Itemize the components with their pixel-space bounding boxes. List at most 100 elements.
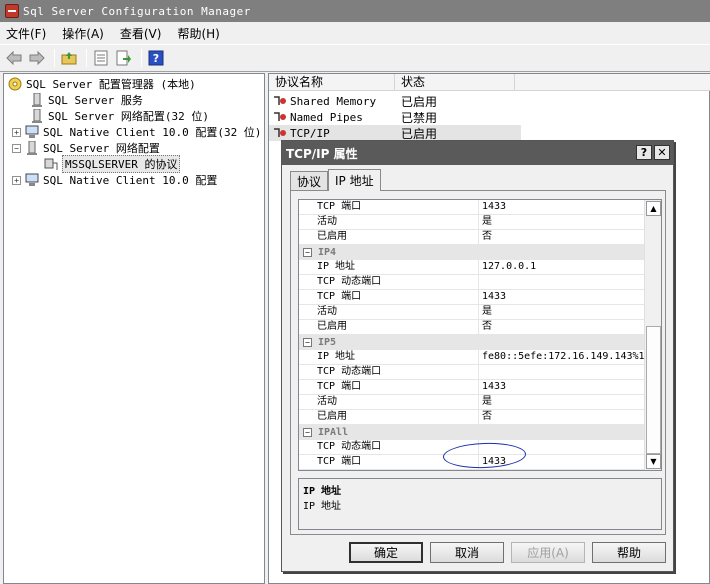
forward-arrow-icon[interactable] bbox=[27, 48, 47, 68]
apply-button[interactable]: 应用(A) bbox=[511, 542, 585, 563]
property-value[interactable]: 1433 bbox=[479, 290, 645, 305]
property-value[interactable]: 否 bbox=[479, 410, 645, 425]
property-row[interactable]: 活动是 bbox=[299, 215, 645, 230]
property-category[interactable]: − IP5 bbox=[299, 335, 645, 350]
property-key: 活动 bbox=[299, 215, 479, 230]
column-header-protocol-name[interactable]: 协议名称 bbox=[269, 74, 395, 90]
window-title: Sql Server Configuration Manager bbox=[23, 4, 251, 18]
column-header-status[interactable]: 状态 bbox=[395, 74, 515, 90]
tree-node-mssqlserver-protocols[interactable]: MSSQLSERVER 的协议 bbox=[44, 155, 181, 173]
property-value[interactable]: 是 bbox=[479, 395, 645, 410]
help-button[interactable]: 帮助 bbox=[592, 542, 666, 563]
menubar: 文件(F) 操作(A) 查看(V) 帮助(H) bbox=[0, 22, 710, 44]
property-value[interactable] bbox=[479, 275, 645, 290]
computer-icon bbox=[25, 125, 39, 138]
property-value[interactable] bbox=[479, 440, 645, 455]
server-icon bbox=[32, 93, 42, 107]
collapse-icon[interactable]: − bbox=[12, 143, 21, 153]
property-row[interactable]: TCP 动态端口 bbox=[299, 440, 645, 455]
property-value[interactable]: 是 bbox=[479, 305, 645, 320]
expand-icon[interactable]: + bbox=[12, 175, 21, 185]
tree-node-label: MSSQLSERVER 的协议 bbox=[62, 155, 181, 173]
dialog-close-button[interactable]: ✕ bbox=[654, 145, 670, 160]
property-row[interactable]: 已启用否 bbox=[299, 230, 645, 245]
property-value[interactable]: 是 bbox=[479, 215, 645, 230]
property-value[interactable]: 否 bbox=[479, 230, 645, 245]
collapse-icon[interactable]: − bbox=[303, 248, 312, 257]
server-icon bbox=[27, 141, 37, 155]
property-key: 已启用 bbox=[299, 410, 479, 425]
scroll-down-icon[interactable]: ▼ bbox=[646, 454, 661, 469]
property-row[interactable]: TCP 动态端口 bbox=[299, 365, 645, 380]
tree-node-native-client-32[interactable]: + SQL Native Client 10.0 配置(32 位) bbox=[12, 124, 261, 140]
property-row[interactable]: TCP 端口 1433 bbox=[299, 455, 645, 470]
property-key: TCP 动态端口 bbox=[299, 365, 479, 380]
property-row[interactable]: IP 地址 fe80::5efe:172.16.149.143%1 bbox=[299, 350, 645, 365]
tree-node-root[interactable]: SQL Server 配置管理器 (本地) bbox=[8, 76, 196, 92]
category-label: IP5 bbox=[318, 337, 337, 348]
property-key: TCP 动态端口 bbox=[299, 440, 479, 455]
tree-node-network-config[interactable]: − SQL Server 网络配置 bbox=[12, 140, 160, 156]
property-value[interactable]: 127.0.0.1 bbox=[479, 260, 645, 275]
sql-config-app-icon bbox=[5, 4, 19, 18]
description-title: IP 地址 bbox=[303, 486, 342, 497]
property-key: TCP 端口 bbox=[299, 380, 479, 395]
tree-node-network-config-32[interactable]: SQL Server 网络配置(32 位) bbox=[30, 108, 209, 124]
property-row[interactable]: 活动是 bbox=[299, 305, 645, 320]
tab-protocol[interactable]: 协议 bbox=[290, 171, 329, 191]
ok-button[interactable]: 确定 bbox=[349, 542, 423, 563]
protocol-name: Named Pipes bbox=[290, 110, 363, 124]
property-row[interactable]: 已启用否 bbox=[299, 410, 645, 425]
menu-help[interactable]: 帮助(H) bbox=[177, 25, 219, 42]
property-grid: TCP 端口 1433 活动是已启用否 − IP4 IP 地址 127.0.0.1 TCP 动… bbox=[298, 199, 662, 471]
tree-node-services[interactable]: SQL Server 服务 bbox=[30, 92, 143, 108]
scrollbar-thumb[interactable] bbox=[646, 326, 661, 454]
list-row-shared-memory[interactable]: Shared Memory 已启用 bbox=[269, 93, 515, 109]
toolbar-separator bbox=[86, 49, 87, 67]
menu-file[interactable]: 文件(F) bbox=[6, 25, 46, 42]
export-icon[interactable] bbox=[114, 48, 134, 68]
back-arrow-icon[interactable] bbox=[4, 48, 24, 68]
property-key: IP 地址 bbox=[299, 260, 479, 275]
property-category[interactable]: − IP4 bbox=[299, 245, 645, 260]
property-row[interactable]: 已启用否 bbox=[299, 320, 645, 335]
property-row[interactable]: TCP 端口 1433 bbox=[299, 380, 645, 395]
dialog-help-button[interactable]: ? bbox=[636, 145, 652, 160]
list-row-named-pipes[interactable]: Named Pipes 已禁用 bbox=[269, 109, 515, 125]
property-value[interactable]: 1433 bbox=[479, 380, 645, 395]
properties-icon[interactable] bbox=[91, 48, 111, 68]
protocol-name: TCP/IP bbox=[290, 126, 330, 140]
tree-node-native-client[interactable]: + SQL Native Client 10.0 配置 bbox=[12, 172, 217, 188]
property-row[interactable]: TCP 端口 1433 bbox=[299, 200, 645, 215]
property-row[interactable]: IP 地址 127.0.0.1 bbox=[299, 260, 645, 275]
expand-icon[interactable]: + bbox=[12, 127, 21, 137]
property-key: 已启用 bbox=[299, 230, 479, 245]
list-row-tcp-ip[interactable]: TCP/IP 已启用 bbox=[269, 125, 521, 141]
tree-pane: SQL Server 配置管理器 (本地) SQL Server 服务 SQL … bbox=[3, 73, 265, 584]
collapse-icon[interactable]: − bbox=[303, 428, 312, 437]
tree-node-label: SQL Native Client 10.0 配置(32 位) bbox=[43, 126, 262, 139]
property-value[interactable] bbox=[479, 365, 645, 380]
property-value[interactable]: 否 bbox=[479, 320, 645, 335]
property-row[interactable]: TCP 动态端口 bbox=[299, 275, 645, 290]
scroll-up-icon[interactable]: ▲ bbox=[646, 201, 661, 216]
vertical-scrollbar[interactable]: ▲ ▼ bbox=[644, 200, 661, 470]
property-value[interactable]: 1433 bbox=[479, 455, 645, 470]
cancel-button[interactable]: 取消 bbox=[430, 542, 504, 563]
dialog-tabs: 协议 IP 地址 bbox=[290, 169, 381, 191]
property-key: 活动 bbox=[299, 395, 479, 410]
collapse-icon[interactable]: − bbox=[303, 338, 312, 347]
menu-action[interactable]: 操作(A) bbox=[62, 25, 104, 42]
help-icon[interactable]: ? bbox=[146, 48, 166, 68]
computer-icon bbox=[25, 173, 39, 186]
category-label: IP4 bbox=[318, 247, 337, 258]
tab-ip-addresses[interactable]: IP 地址 bbox=[328, 169, 381, 191]
property-category[interactable]: − IPAll bbox=[299, 425, 645, 440]
up-folder-icon[interactable] bbox=[59, 48, 79, 68]
property-value[interactable]: 1433 bbox=[479, 200, 645, 215]
property-row[interactable]: TCP 端口 1433 bbox=[299, 290, 645, 305]
property-value[interactable]: fe80::5efe:172.16.149.143%1 bbox=[479, 350, 645, 365]
menu-view[interactable]: 查看(V) bbox=[120, 25, 162, 42]
property-row[interactable]: 活动是 bbox=[299, 395, 645, 410]
property-key: TCP 端口 bbox=[299, 455, 479, 470]
